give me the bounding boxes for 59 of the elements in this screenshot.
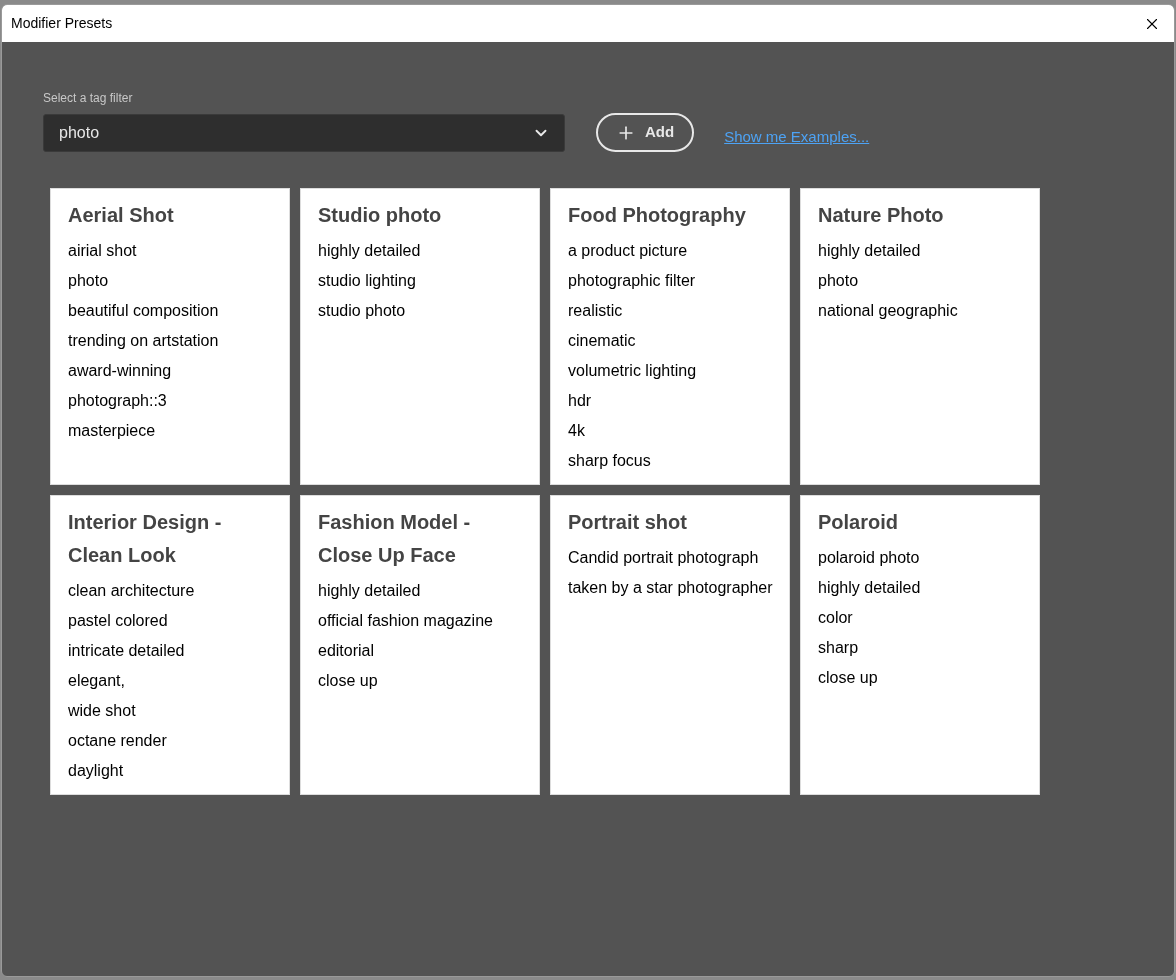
modifier-text: national geographic [818,301,959,321]
preset-title: Aerial Shot [68,203,175,228]
preset-title: Studio photo [318,203,443,228]
preset-title: Food Photography [568,203,747,228]
modifier-text: close up [318,671,379,691]
modifier-text: studio lighting [318,271,417,291]
modifier-text: Candid portrait photograph [568,548,760,568]
modifier-text: studio photo [318,301,407,321]
modifier-text: intricate detailed [68,641,186,661]
preset-card[interactable]: Portrait shot Candid portrait photograph taken by a star photographer [550,495,790,795]
modifier-text: photographic filter [568,271,697,291]
modifier-text: highly detailed [818,578,922,598]
modifier-text: masterpiece [68,421,157,441]
modifier-text: airial shot [68,241,138,261]
modifier-text: official fashion magazine [318,611,494,631]
modifier-text: close up [818,668,879,688]
modifier-text: octane render [68,731,168,751]
preset-title: Interior Design - Clean Look [68,510,223,568]
modifier-text: wide shot [68,701,137,721]
modifier-text: beautiful composition [68,301,220,321]
preset-card[interactable]: Studio photo highly detailed studio lighting studio photo [300,188,540,485]
modifier-text: sharp focus [568,451,652,471]
preset-card[interactable]: Interior Design - Clean Look clean architecture pastel colored intricate detailed elegant, wide shot octane render daylight [50,495,290,795]
modifier-text: highly detailed [818,241,922,261]
preset-card[interactable]: Fashion Model - Close Up Face highly detailed official fashion magazine editorial close up [300,495,540,795]
modifier-text: trending on artstation [68,331,220,351]
modifier-text: daylight [68,761,125,781]
modifier-text: award-winning [68,361,173,381]
modifier-text: color [818,608,854,628]
preset-title: Fashion Model - Close Up Face [318,510,472,568]
modifier-text: polaroid photo [818,548,921,568]
modifier-text: cinematic [568,331,637,351]
modifier-text: photo [68,271,110,291]
add-button[interactable]: Add [596,113,695,152]
modifier-text: highly detailed [318,241,422,261]
modifier-text: photograph::3 [68,391,168,411]
modifier-text: elegant, [68,671,126,691]
preset-card[interactable]: Aerial Shot airial shot photo beautiful composition trending on artstation award-winning photograph::3 masterpiece [50,188,290,485]
preset-card[interactable]: Polaroid polaroid photo highly detailed color sharp close up [800,495,1040,795]
modifier-text: pastel colored [68,611,169,631]
preset-title: Nature Photo [818,203,945,228]
modifier-text: volumetric lighting [568,361,698,381]
modifier-text: taken by a star photographer [568,578,774,598]
modifier-text: editorial [318,641,376,661]
tag-filter-dropdown[interactable]: photo [43,113,565,152]
preset-title: Portrait shot [568,510,688,535]
preset-card[interactable]: Food Photography a product picture photographic filter realistic cinematic volumetric lighting hdr 4k sharp focus [550,188,790,485]
preset-title: Polaroid [818,510,899,535]
modifier-text: sharp [818,638,860,658]
window-title: Modifier Presets [11,14,113,33]
modifier-text: a product picture [568,241,689,261]
field-label: Select a tag filter [43,90,134,107]
modifier-text: 4k [568,421,586,441]
modifier-text: realistic [568,301,624,321]
modifier-text: hdr [568,391,593,411]
modifier-text: clean architecture [68,581,196,601]
preset-card[interactable]: Nature Photo highly detailed photo national geographic [800,188,1040,485]
modifier-text: photo [818,271,860,291]
modifier-text: highly detailed [318,581,422,601]
